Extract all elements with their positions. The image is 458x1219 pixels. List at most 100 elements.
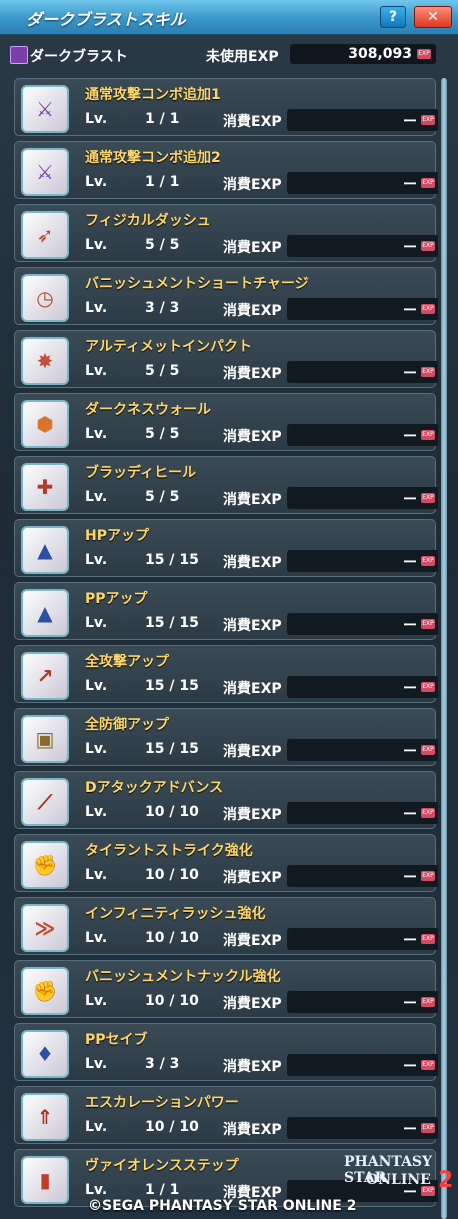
cost-value: ー xyxy=(403,429,417,445)
cost-box: ー EXP xyxy=(287,1117,438,1139)
dark-blast-icon xyxy=(10,46,28,64)
level-label: Lv. xyxy=(85,867,108,883)
level-value: 10 / 10 xyxy=(145,930,199,946)
cost-value: ー xyxy=(403,555,417,571)
exp-badge-icon: EXP xyxy=(421,178,435,188)
skill-row[interactable]: ⇑ エスカレーションパワー Lv. 10 / 10 消費EXP ー EXP xyxy=(14,1086,438,1144)
pp-up-icon-glyph: ▲ xyxy=(37,601,53,625)
cost-value: ー xyxy=(403,807,417,823)
level-label: Lv. xyxy=(85,993,108,1009)
defense-up-icon-glyph: ▣ xyxy=(35,727,55,751)
skill-name: インフィニティラッシュ強化 xyxy=(85,906,266,922)
exp-badge-icon: EXP xyxy=(421,367,435,377)
cost-box: ー EXP xyxy=(287,613,438,635)
combo-sword-icon: ⚔ xyxy=(21,85,69,133)
cost-label: 消費EXP xyxy=(223,870,282,886)
rush-boost-icon: ≫ xyxy=(21,904,69,952)
help-button[interactable]: ? xyxy=(380,6,406,28)
unused-exp-box: 308,093 EXP xyxy=(290,44,436,64)
level-value: 10 / 10 xyxy=(145,804,199,820)
cost-box: ー EXP xyxy=(287,865,438,887)
level-value: 15 / 15 xyxy=(145,678,199,694)
level-value: 5 / 5 xyxy=(145,363,180,379)
cost-value: ー xyxy=(403,240,417,256)
exp-badge-icon: EXP xyxy=(421,871,435,881)
level-value: 10 / 10 xyxy=(145,1119,199,1135)
skill-list: ⚔ 通常攻撃コンボ追加1 Lv. 1 / 1 消費EXP ー EXP ⚔ 通常攻撃コンボ追加2 L… xyxy=(14,78,438,1219)
cost-box: ー EXP xyxy=(287,235,438,257)
level-value: 5 / 5 xyxy=(145,489,180,505)
skill-name: バニッシュメントショートチャージ xyxy=(85,276,309,292)
scrollbar-thumb[interactable] xyxy=(441,78,447,1219)
cost-value: ー xyxy=(403,618,417,634)
level-label: Lv. xyxy=(85,174,108,190)
combo-sword-icon-glyph: ⚔ xyxy=(36,97,54,121)
skill-row[interactable]: ✸ アルティメットインパクト Lv. 5 / 5 消費EXP ー EXP xyxy=(14,330,438,388)
skill-row[interactable]: ⚔ 通常攻撃コンボ追加1 Lv. 1 / 1 消費EXP ー EXP xyxy=(14,78,438,136)
skill-row[interactable]: ⟋ Dアタックアドバンス Lv. 10 / 10 消費EXP ー EXP xyxy=(14,771,438,829)
skill-row[interactable]: ➶ フィジカルダッシュ Lv. 5 / 5 消費EXP ー EXP xyxy=(14,204,438,262)
level-label: Lv. xyxy=(85,804,108,820)
cost-value: ー xyxy=(403,1059,417,1075)
skill-name: バニッシュメントナックル強化 xyxy=(85,969,281,985)
skill-name: 全防御アップ xyxy=(85,717,169,733)
skill-tree-label: ダークブラスト xyxy=(30,49,128,65)
close-button[interactable]: ✕ xyxy=(414,6,452,28)
skill-row[interactable]: ◷ バニッシュメントショートチャージ Lv. 3 / 3 消費EXP ー EXP xyxy=(14,267,438,325)
scrollbar[interactable] xyxy=(441,78,447,1219)
exp-badge-icon: EXP xyxy=(421,619,435,629)
level-label: Lv. xyxy=(85,741,108,757)
cost-value: ー xyxy=(403,114,417,130)
level-label: Lv. xyxy=(85,426,108,442)
exp-badge-icon: EXP xyxy=(421,997,435,1007)
step-icon: ▮ xyxy=(21,1156,69,1204)
skill-row[interactable]: ⚔ 通常攻撃コンボ追加2 Lv. 1 / 1 消費EXP ー EXP xyxy=(14,141,438,199)
exp-badge-icon: EXP xyxy=(421,115,435,125)
skill-name: PPセイブ xyxy=(85,1032,148,1048)
attack-up-icon-glyph: ↗ xyxy=(36,664,54,688)
pp-save-icon-glyph: ♦ xyxy=(36,1042,54,1066)
skill-name: ブラッディヒール xyxy=(85,465,197,481)
copyright-text: ©SEGA PHANTASY STAR ONLINE 2 xyxy=(88,1198,357,1214)
pp-up-icon: ▲ xyxy=(21,589,69,637)
pp-save-icon: ♦ xyxy=(21,1030,69,1078)
cost-label: 消費EXP xyxy=(223,429,282,445)
skill-row[interactable]: ≫ インフィニティラッシュ強化 Lv. 10 / 10 消費EXP ー EXP xyxy=(14,897,438,955)
cost-box: ー EXP xyxy=(287,802,438,824)
skill-row[interactable]: ♦ PPセイブ Lv. 3 / 3 消費EXP ー EXP xyxy=(14,1023,438,1081)
cost-value: ー xyxy=(403,681,417,697)
skill-name: 通常攻撃コンボ追加1 xyxy=(85,87,221,103)
level-label: Lv. xyxy=(85,363,108,379)
window-titlebar: ダークブラストスキル ? ✕ xyxy=(0,0,458,35)
cost-box: ー EXP xyxy=(287,298,438,320)
skill-row[interactable]: ▣ 全防御アップ Lv. 15 / 15 消費EXP ー EXP xyxy=(14,708,438,766)
skill-name: フィジカルダッシュ xyxy=(85,213,211,229)
skill-row[interactable]: ✚ ブラッディヒール Lv. 5 / 5 消費EXP ー EXP xyxy=(14,456,438,514)
skill-row[interactable]: ⬢ ダークネスウォール Lv. 5 / 5 消費EXP ー EXP xyxy=(14,393,438,451)
attack-up-icon: ↗ xyxy=(21,652,69,700)
skill-row[interactable]: ✊ タイラントストライク強化 Lv. 10 / 10 消費EXP ー EXP xyxy=(14,834,438,892)
exp-badge-icon: EXP xyxy=(421,745,435,755)
cost-label: 消費EXP xyxy=(223,618,282,634)
skill-row[interactable]: ▲ PPアップ Lv. 15 / 15 消費EXP ー EXP xyxy=(14,582,438,640)
skill-name: PPアップ xyxy=(85,591,148,607)
hp-heal-icon-glyph: ✚ xyxy=(36,475,54,499)
window-title: ダークブラストスキル xyxy=(26,10,186,29)
logo-number: 2 xyxy=(438,1168,454,1193)
rush-boost-icon-glyph: ≫ xyxy=(34,916,56,940)
cost-box: ー EXP xyxy=(287,361,438,383)
skill-row[interactable]: ✊ バニッシュメントナックル強化 Lv. 10 / 10 消費EXP ー EXP xyxy=(14,960,438,1018)
cost-value: ー xyxy=(403,996,417,1012)
hp-up-icon: ▲ xyxy=(21,526,69,574)
level-label: Lv. xyxy=(85,678,108,694)
exp-badge-icon: EXP xyxy=(421,1060,435,1070)
exp-badge-icon: EXP xyxy=(421,682,435,692)
exp-badge-icon: EXP xyxy=(421,808,435,818)
skill-name: エスカレーションパワー xyxy=(85,1095,239,1111)
level-value: 3 / 3 xyxy=(145,1056,180,1072)
skill-row[interactable]: ▲ HPアップ Lv. 15 / 15 消費EXP ー EXP xyxy=(14,519,438,577)
sword-advance-icon: ⟋ xyxy=(21,778,69,826)
skill-row[interactable]: ↗ 全攻撃アップ Lv. 15 / 15 消費EXP ー EXP xyxy=(14,645,438,703)
exp-badge-icon: EXP xyxy=(421,430,435,440)
cost-label: 消費EXP xyxy=(223,492,282,508)
